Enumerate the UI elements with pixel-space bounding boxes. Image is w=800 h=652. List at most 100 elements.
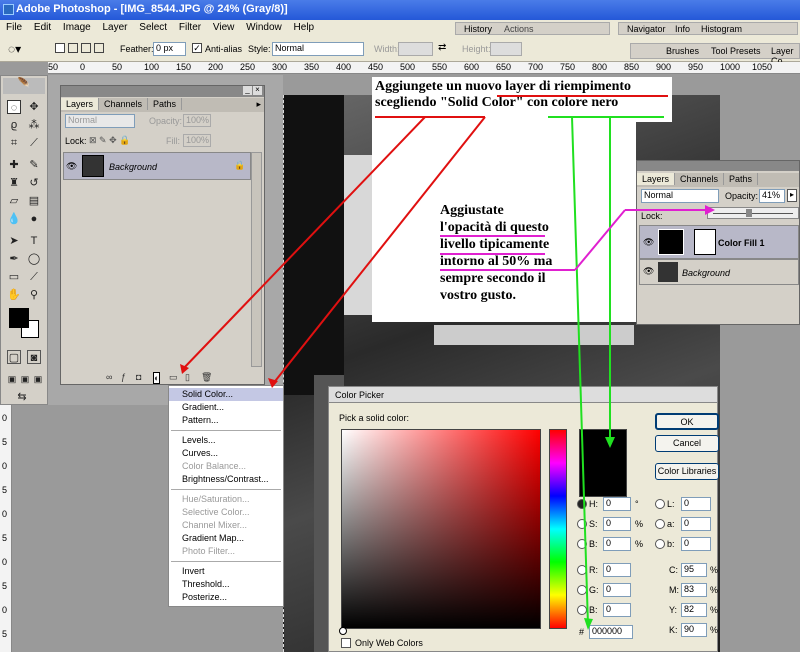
radio-blue[interactable] [577,605,587,615]
tab-histogram[interactable]: Histogram [701,24,742,34]
menu-item-gradient-map[interactable]: Gradient Map... [169,532,283,545]
radio-s[interactable] [577,519,587,529]
type-icon[interactable]: T [27,234,41,248]
b-input[interactable]: 0 [603,537,631,551]
menu-item-invert[interactable]: Invert [169,565,283,578]
tab-history[interactable]: History [464,24,492,34]
menu-item-threshold[interactable]: Threshold... [169,578,283,591]
tab-navigator[interactable]: Navigator [627,24,666,34]
feather-input[interactable]: 0 px [153,42,186,56]
jump-to-imageready-icon[interactable]: ⇆ [15,390,29,404]
ok-button[interactable]: OK [655,413,719,430]
healing-brush-icon[interactable]: ✚ [7,158,21,172]
menu-item-curves[interactable]: Curves... [169,447,283,460]
menu-item-levels[interactable]: Levels... [169,434,283,447]
new-selection-icon[interactable] [55,43,65,53]
magic-wand-icon[interactable]: ⁂ [27,118,41,132]
opacity-slider-thumb[interactable] [746,209,752,217]
layers-scrollbar[interactable] [251,152,262,367]
tab-brushes[interactable]: Brushes [666,46,699,56]
l-input[interactable]: 0 [681,497,711,511]
tab-paths-2[interactable]: Paths [724,173,759,185]
lab-b-input[interactable]: 0 [681,537,711,551]
eraser-icon[interactable]: ▱ [7,194,21,208]
menu-item-color-balance[interactable]: Color Balance... [169,460,283,473]
r-input[interactable]: 0 [603,563,631,577]
dodge-icon[interactable]: ● [27,212,41,226]
tab-layers-2[interactable]: Layers [637,173,676,185]
screen-mode-3-icon[interactable]: ▣ [31,372,45,386]
layer-row-color-fill[interactable]: 👁 Color Fill 1 [639,225,799,259]
menu-help[interactable]: Help [294,22,315,33]
tab-channels[interactable]: Channels [99,98,149,110]
web-colors-checkbox[interactable] [341,638,351,648]
history-brush-icon[interactable]: ↺ [27,176,41,190]
m-input[interactable]: 83 [681,583,707,597]
tab-actions[interactable]: Actions [504,24,534,34]
group-icon[interactable]: ▭ [169,372,178,383]
layer-row-background-2[interactable]: 👁 Background [639,259,799,285]
blur-icon[interactable]: 💧 [7,212,21,226]
screen-mode-2-icon[interactable]: ▣ [18,372,32,386]
hand-icon[interactable]: ✋ [7,288,21,302]
panel-menu-icon[interactable]: ▸ [256,99,261,110]
radio-r[interactable] [577,565,587,575]
swap-icon[interactable]: ⇄ [438,42,446,53]
menu-item-brightness-contrast[interactable]: Brightness/Contrast... [169,473,283,486]
minimize-icon[interactable]: _ [243,86,252,95]
gradient-icon[interactable]: ▤ [27,194,41,208]
eye-icon-3[interactable]: 👁 [643,266,654,277]
opacity-slider[interactable] [707,207,799,219]
tab-info[interactable]: Info [675,24,690,34]
menu-item-pattern[interactable]: Pattern... [169,414,283,427]
radio-a[interactable] [655,519,665,529]
pen-icon[interactable]: ✒ [7,252,21,266]
menu-item-photo-filter[interactable]: Photo Filter... [169,545,283,558]
mask-icon[interactable]: ◘ [136,372,141,382]
trash-icon[interactable]: 🗑 [201,372,212,383]
screen-mode-1-icon[interactable]: ▣ [5,372,19,386]
marquee-icon[interactable]: ◌ [7,100,21,114]
cancel-button[interactable]: Cancel [655,435,719,452]
quick-mask-icon[interactable]: ◙ [27,350,41,364]
antialias-checkbox[interactable]: ✓ [192,43,202,53]
g-input[interactable]: 0 [603,583,631,597]
subtract-selection-icon[interactable] [81,43,91,53]
path-selection-icon[interactable]: ➤ [7,234,21,248]
shape-icon[interactable]: ◯ [27,252,41,266]
crop-icon[interactable]: ⌗ [7,136,21,150]
blue-input[interactable]: 0 [603,603,631,617]
menu-view[interactable]: View [213,22,235,33]
h-input[interactable]: 0 [603,497,631,511]
brush-icon[interactable]: ✎ [27,158,41,172]
eye-icon-2[interactable]: 👁 [643,237,654,248]
tab-layers[interactable]: Layers [61,98,100,110]
blend-mode-select-2[interactable]: Normal [641,189,719,203]
adjustment-layer-icon[interactable]: ◐ [153,372,161,384]
color-libraries-button[interactable]: Color Libraries [655,463,719,480]
move-icon[interactable]: ✥ [27,100,41,114]
standard-mode-icon[interactable]: ▢ [7,350,21,364]
k-input[interactable]: 90 [681,623,707,637]
menu-window[interactable]: Window [246,22,282,33]
opacity-arrow-icon[interactable]: ▸ [787,189,797,202]
menu-file[interactable]: File [6,22,22,33]
opacity-input[interactable]: 100% [183,114,211,127]
eyedropper-icon[interactable]: ⟋ [27,270,41,284]
radio-lab-b[interactable] [655,539,665,549]
menu-item-selective-color[interactable]: Selective Color... [169,506,283,519]
color-field[interactable] [341,429,541,629]
link-icon[interactable]: ∞ [106,372,112,382]
blend-mode-select[interactable]: Normal [65,114,135,128]
fill-input[interactable]: 100% [183,134,211,147]
s-input[interactable]: 0 [603,517,631,531]
lock-icons[interactable]: ⊠ ✎ ✥ 🔒 [89,135,130,146]
hex-input[interactable]: 000000 [589,625,633,639]
menu-layer[interactable]: Layer [103,22,128,33]
width-input[interactable] [398,42,433,56]
radio-h[interactable] [577,499,587,509]
radio-l[interactable] [655,499,665,509]
marquee-tool-icon[interactable]: ◌▾ [8,42,21,56]
style-select[interactable]: Normal [272,42,364,56]
tab-channels-2[interactable]: Channels [675,173,725,185]
